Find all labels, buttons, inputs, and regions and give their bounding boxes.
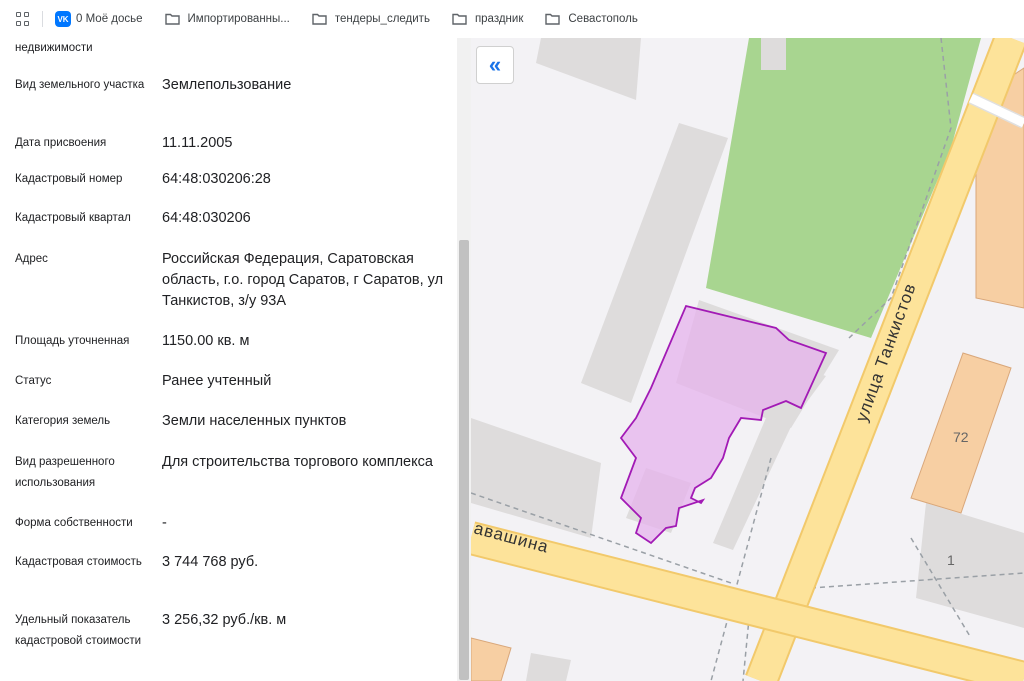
map-building: [761, 38, 786, 70]
detail-value[interactable]: 64:48:030206:28: [162, 169, 452, 190]
detail-label: Форма собственности: [15, 517, 133, 529]
folder-icon: [452, 13, 467, 25]
detail-label: Кадастровый номер: [15, 173, 123, 185]
bookmark-moe-dosie[interactable]: VK 0 Моё досье: [55, 11, 143, 27]
detail-label: Площадь уточненная: [15, 335, 130, 347]
parcel-details-panel: недвижимости Вид земельного участка Земл…: [0, 38, 457, 681]
bookmarks-bar: VK 0 Моё досье Импортированны... тендеры…: [0, 0, 1024, 38]
detail-value: Для строительства торгового комплекса: [162, 454, 433, 470]
bookmarks-divider: [42, 11, 43, 27]
detail-value: 3 744 768 руб.: [162, 554, 259, 570]
detail-label: Вид земельного участка: [15, 79, 145, 91]
detail-value: Землепользование: [162, 77, 292, 93]
folder-icon: [312, 13, 327, 25]
bookmark-label: Импортированны...: [187, 13, 290, 25]
detail-value: 11.11.2005: [162, 135, 233, 151]
detail-label: Дата присвоения: [15, 137, 107, 149]
detail-value: Российская Федерация, Саратовская област…: [162, 251, 444, 309]
bookmark-folder-tenders[interactable]: тендеры_следить: [312, 13, 430, 25]
bookmark-label: 0 Моё досье: [76, 13, 143, 25]
bookmark-folder-holiday[interactable]: праздник: [452, 13, 523, 25]
map-view[interactable]: улица Танкистов авашина 72 1: [471, 38, 1024, 681]
detail-label: Статус: [15, 375, 52, 387]
folder-icon: [545, 13, 561, 25]
detail-label: Кадастровый квартал: [15, 212, 131, 224]
bookmark-folder-sevastopol[interactable]: Севастополь: [545, 13, 638, 25]
detail-label: Категория земель: [15, 415, 111, 427]
bookmark-label: Севастополь: [568, 13, 638, 25]
detail-value: Земли населенных пунктов: [162, 413, 347, 429]
detail-label: недвижимости: [15, 42, 93, 54]
detail-value: -: [162, 515, 167, 531]
building-label-1: 1: [947, 552, 955, 568]
apps-grid-icon[interactable]: [16, 12, 30, 26]
detail-label: Адрес: [15, 253, 48, 265]
detail-label: Кадастровая стоимость: [15, 556, 142, 568]
detail-value: 1150.00 кв. м: [162, 333, 250, 349]
bookmark-folder-imported[interactable]: Импортированны...: [164, 13, 290, 25]
detail-label: Вид разрешенного использования: [15, 456, 115, 489]
detail-value: Ранее учтенный: [162, 373, 272, 389]
map-canvas[interactable]: улица Танкистов авашина 72 1: [471, 38, 1024, 681]
bookmark-label: праздник: [474, 13, 524, 25]
folder-icon: [164, 13, 180, 25]
detail-value[interactable]: 64:48:030206: [162, 208, 452, 229]
vk-icon: VK: [55, 11, 71, 27]
building-label-72: 72: [953, 429, 969, 445]
bookmark-label: тендеры_следить: [334, 13, 430, 25]
panel-scrollbar-thumb[interactable]: [459, 240, 469, 680]
detail-label: Удельный показатель кадастровой стоимост…: [15, 614, 142, 647]
detail-value: 3 256,32 руб./кв. м: [162, 612, 287, 628]
collapse-panel-button[interactable]: «: [476, 46, 514, 84]
